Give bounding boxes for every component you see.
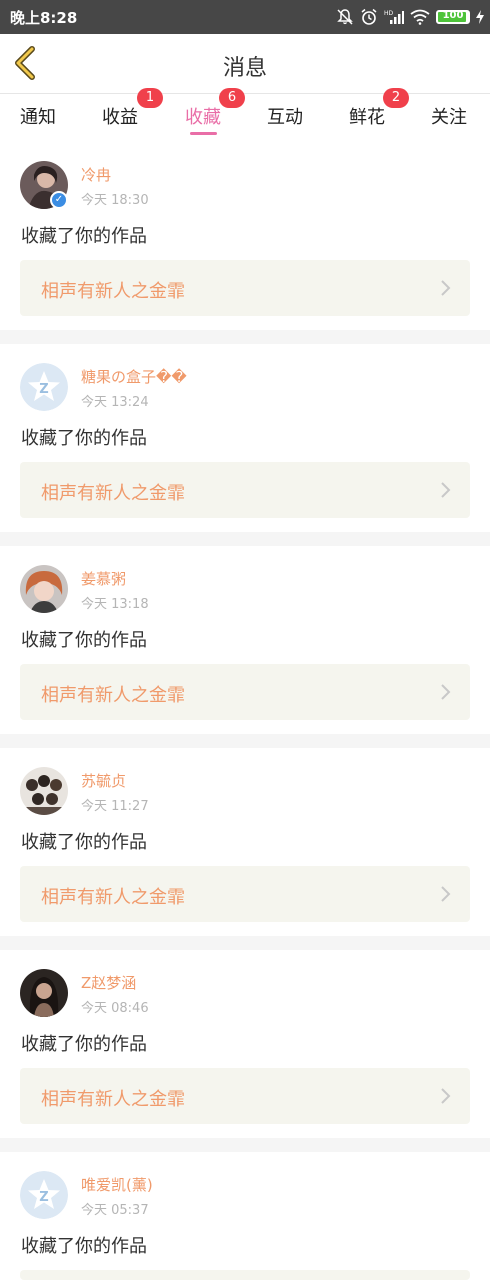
work-title: 相声有新人之金霏 [41,281,185,302]
status-bar: 晚上8:28 HD 100 [0,0,490,34]
message-card: Z 唯爱凯(薰) 今天 05:37 收藏了你的作品 [0,1155,490,1280]
verified-badge-icon: ✓ [50,191,68,209]
nav-bar: 消息 [0,34,490,94]
timestamp: 今天 11:27 [81,799,149,814]
tab-bar: 通知 收益 1 收藏 6 互动 鲜花 2 关注 [0,88,490,144]
battery-level: 100 [442,10,464,21]
message-card: ✓ 冷冉 今天 18:30 收藏了你的作品 相声有新人之金霏 [0,145,490,333]
username[interactable]: 糖果の盒子�� [81,366,187,387]
default-avatar-icon[interactable]: Z [20,363,68,411]
work-title: 相声有新人之金霏 [41,685,185,706]
work-link[interactable]: 相声有新人之金霏 [20,260,470,316]
svg-text:Z: Z [39,1190,48,1205]
tab-earnings[interactable]: 收益 [102,103,138,129]
page-title: 消息 [222,56,267,81]
chevron-right-icon [441,886,451,902]
mute-bell-icon [336,8,354,26]
work-title: 相声有新人之金霏 [41,483,185,504]
tab-follow[interactable]: 关注 [431,103,467,129]
chevron-right-icon [441,1088,451,1104]
divider [0,330,490,344]
work-title: 相声有新人之金霏 [41,1089,185,1110]
chevron-right-icon [441,482,451,498]
work-link[interactable] [20,1270,470,1280]
default-avatar-icon[interactable]: Z [20,1171,68,1219]
tab-interaction[interactable]: 互动 [267,103,303,129]
wifi-icon [410,9,430,25]
work-link[interactable]: 相声有新人之金霏 [20,1068,470,1124]
work-link[interactable]: 相声有新人之金霏 [20,462,470,518]
flowers-badge: 2 [383,88,409,108]
avatar[interactable] [20,767,68,815]
signal-icon: HD [384,9,404,25]
divider [0,734,490,748]
message-card: Z 糖果の盒子�� 今天 13:24 收藏了你的作品 相声有新人之金霏 [0,347,490,535]
work-link[interactable]: 相声有新人之金霏 [20,866,470,922]
action-text: 收藏了你的作品 [21,832,147,853]
divider [0,936,490,950]
action-text: 收藏了你的作品 [21,630,147,651]
avatar[interactable] [20,565,68,613]
svg-text:HD: HD [384,10,394,17]
avatar[interactable] [20,969,68,1017]
username[interactable]: 冷冉 [81,164,111,185]
timestamp: 今天 05:37 [81,1203,149,1218]
tab-favorites[interactable]: 收藏 [185,103,221,129]
timestamp: 今天 13:18 [81,597,149,612]
message-card: Z赵梦涵 今天 08:46 收藏了你的作品 相声有新人之金霏 [0,953,490,1141]
work-link[interactable]: 相声有新人之金霏 [20,664,470,720]
favorites-badge: 6 [219,88,245,108]
earnings-badge: 1 [137,88,163,108]
action-text: 收藏了你的作品 [21,1236,147,1257]
username[interactable]: 苏毓贞 [81,770,126,791]
message-card: 苏毓贞 今天 11:27 收藏了你的作品 相声有新人之金霏 [0,751,490,939]
chevron-right-icon [441,280,451,296]
username[interactable]: 唯爱凯(薰) [81,1174,153,1195]
timestamp: 今天 13:24 [81,395,149,410]
chevron-right-icon [441,684,451,700]
tab-flowers[interactable]: 鲜花 [349,103,385,129]
action-text: 收藏了你的作品 [21,226,147,247]
timestamp: 今天 18:30 [81,193,149,208]
svg-text:Z: Z [39,382,48,397]
status-time: 晚上8:28 [10,9,78,27]
tab-notice[interactable]: 通知 [20,103,56,129]
status-icons: HD 100 [336,8,484,26]
work-title: 相声有新人之金霏 [41,887,185,908]
divider [0,532,490,546]
message-card: 姜慕粥 今天 13:18 收藏了你的作品 相声有新人之金霏 [0,549,490,737]
alarm-icon [360,8,378,26]
charging-icon [476,10,484,24]
action-text: 收藏了你的作品 [21,428,147,449]
timestamp: 今天 08:46 [81,1001,149,1016]
action-text: 收藏了你的作品 [21,1034,147,1055]
active-tab-indicator [190,132,217,135]
username[interactable]: 姜慕粥 [81,568,126,589]
battery-icon: 100 [436,10,470,24]
divider [0,1138,490,1152]
username[interactable]: Z赵梦涵 [81,972,136,993]
